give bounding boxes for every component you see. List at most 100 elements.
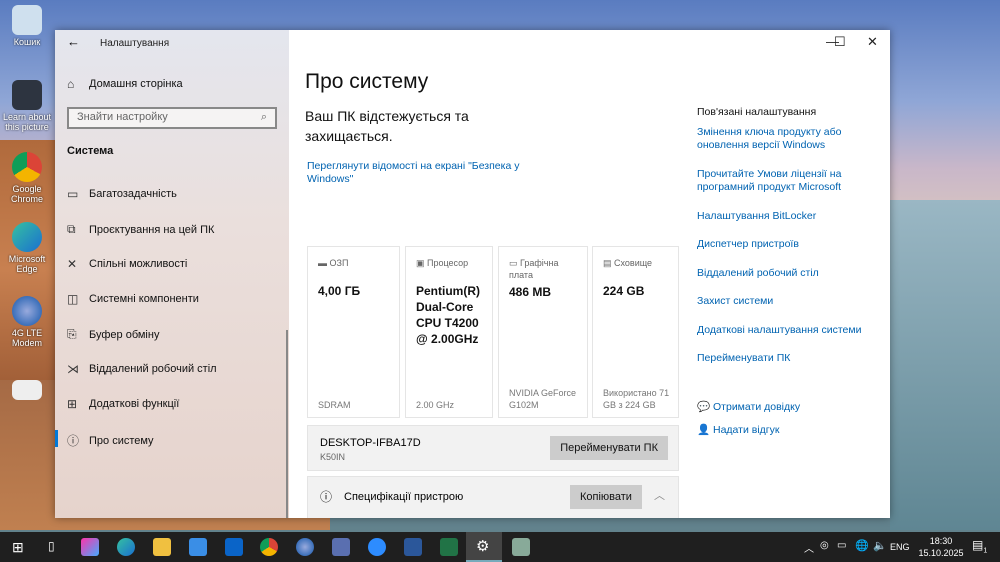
link-remote-desktop[interactable]: Віддалений робочий стіл [697, 267, 877, 280]
edge-icon [12, 222, 42, 252]
sidebar-item-components[interactable]: ◫ Системні компоненти [67, 292, 199, 306]
clipboard-icon: ⎘ [67, 327, 77, 341]
clock[interactable]: 18:30 15.10.2025 [918, 535, 964, 559]
section-heading: Система [67, 145, 114, 157]
desktop-icon-modem[interactable]: 4G LTE Modem [2, 296, 52, 348]
word-icon[interactable] [404, 538, 422, 556]
pc-name: DESKTOP-IFBA17D [320, 437, 421, 449]
pc-model: K50IN [320, 452, 346, 462]
cpu-icon: ▣ [416, 258, 428, 268]
chrome-icon [12, 152, 42, 182]
file-explorer-icon[interactable] [153, 538, 171, 556]
globe-icon [12, 296, 42, 326]
link-bitlocker[interactable]: Налаштування BitLocker [697, 210, 877, 223]
help-icon: 💬 [697, 401, 713, 413]
copilot-icon[interactable] [81, 538, 99, 556]
pc-name-panel: DESKTOP-IFBA17D K50IN Перейменувати ПК [307, 425, 679, 471]
sidebar: ← Налаштування ⌂ Домашня сторінка Знайти … [55, 30, 289, 518]
language-indicator[interactable]: ENG [890, 542, 910, 552]
security-link[interactable]: Переглянути відомості на екрані "Безпека… [307, 160, 527, 186]
outlook-icon[interactable] [225, 538, 243, 556]
optional-features-icon: ⊞ [67, 397, 78, 411]
link-device-manager[interactable]: Диспетчер пристроїв [697, 238, 877, 251]
settings-window: ← Налаштування ⌂ Домашня сторінка Знайти … [55, 30, 890, 518]
get-help-link[interactable]: 💬 Отримати довідку [697, 401, 877, 414]
sidebar-item-about[interactable]: ⓘ Про систему [67, 432, 154, 449]
gear-icon: ⚙ [476, 538, 490, 555]
link-license-terms[interactable]: Прочитайте Умови ліцензії на програмний … [697, 168, 877, 194]
home-icon: ⌂ [67, 77, 75, 91]
app-icon[interactable] [512, 538, 530, 556]
sidebar-item-remote-desktop[interactable]: ⋊ Віддалений робочий стіл [67, 362, 217, 376]
sidebar-scrollbar[interactable] [286, 330, 288, 518]
projecting-icon: ⧉ [67, 222, 76, 236]
settings-taskbar-button[interactable]: ⚙ [466, 532, 502, 562]
sidebar-item-multitasking[interactable]: ▭ Багатозадачність [67, 187, 177, 201]
picture-icon [12, 80, 42, 110]
specs-label: Специфікації пристрою [344, 491, 464, 503]
copy-button[interactable]: Копіювати [570, 485, 642, 509]
info-icon: ⓘ [67, 434, 80, 448]
battery-icon[interactable]: ▭ [837, 540, 846, 551]
page-title: Про систему [305, 70, 429, 93]
sidebar-item-optional-features[interactable]: ⊞ Додаткові функції [67, 397, 179, 411]
recycle-bin-icon [12, 5, 42, 35]
desktop-icon-recycle-bin[interactable]: Кошик [2, 5, 52, 47]
chrome-taskbar-icon[interactable] [260, 538, 278, 556]
ram-icon: ▬ [318, 258, 330, 268]
rename-pc-button[interactable]: Перейменувати ПК [550, 436, 668, 460]
related-settings-title: Пов'язані налаштування [697, 106, 817, 118]
zoom-icon[interactable] [368, 538, 386, 556]
main-content: — ☐ ✕ Про систему Ваш ПК відстежується т… [289, 30, 890, 518]
link-change-product-key[interactable]: Змінення ключа продукту або оновлення ве… [697, 126, 877, 152]
desktop-icon-chrome[interactable]: Google Chrome [2, 152, 52, 204]
desktop-icon-file[interactable] [2, 380, 52, 402]
remote-desktop-icon: ⋊ [67, 362, 79, 376]
feedback-icon: 👤 [697, 424, 713, 436]
storage-card: ▤ Сховище 224 GB Використано 71 GB з 224 G… [592, 246, 679, 418]
gpu-icon: ▭ [509, 258, 521, 268]
link-system-protection[interactable]: Захист системи [697, 295, 877, 308]
sidebar-item-shared[interactable]: ✕ Спільні можливості [67, 257, 187, 271]
search-input[interactable]: Знайти настройку ⌕ [67, 107, 277, 129]
components-icon: ◫ [67, 292, 79, 306]
save-disk-icon[interactable] [332, 538, 350, 556]
feedback-link[interactable]: 👤 Надати відгук [697, 424, 877, 437]
shared-icon: ✕ [67, 257, 78, 271]
link-advanced-settings[interactable]: Додаткові налаштування системи [697, 324, 877, 337]
task-view-icon[interactable]: ▯ [48, 539, 55, 553]
ram-card: ▬ ОЗП 4,00 ГБ SDRAM [307, 246, 400, 418]
network-icon[interactable]: 🌐 [855, 539, 869, 552]
volume-icon[interactable]: 🔈 [873, 539, 887, 552]
app-title: Налаштування [100, 38, 170, 49]
gpu-card: ▭ Графічна плата 486 MB NVIDIA GeForce G10… [498, 246, 588, 418]
maximize-icon[interactable]: ☐ [834, 34, 846, 50]
close-button[interactable]: ✕ [867, 34, 878, 50]
info-icon: ⓘ [320, 490, 333, 504]
device-specs-panel[interactable]: ⓘ Специфікації пристрою Копіювати ︿ [307, 476, 679, 518]
edge-taskbar-icon[interactable] [117, 538, 135, 556]
wallpaper-sea [890, 200, 1000, 530]
file-icon [12, 380, 42, 400]
back-arrow-icon[interactable]: ← [67, 34, 80, 49]
multitasking-icon: ▭ [67, 187, 79, 201]
notifications-icon[interactable]: ▤1 [972, 538, 987, 554]
chevron-up-icon[interactable]: ︿ [804, 540, 814, 555]
sidebar-home[interactable]: ⌂ Домашня сторінка [67, 77, 183, 91]
camera-icon[interactable]: ◎ [820, 540, 829, 551]
store-icon[interactable] [189, 538, 207, 556]
search-icon: ⌕ [260, 111, 267, 123]
start-button[interactable]: ⊞ [12, 539, 24, 556]
taskbar: ⊞ ▯ ⚙ ︿ ◎ ▭ 🌐 🔈 ENG 18:30 15.10.2025 ▤1 [0, 532, 1000, 562]
desktop-icon-learn-picture[interactable]: Learn about this picture [2, 80, 52, 132]
storage-icon: ▤ [603, 258, 615, 268]
modem-taskbar-icon[interactable] [296, 538, 314, 556]
excel-icon[interactable] [440, 538, 458, 556]
desktop-icon-edge[interactable]: Microsoft Edge [2, 222, 52, 274]
link-rename-pc[interactable]: Перейменувати ПК [697, 352, 877, 365]
cpu-card: ▣ Процесор Pentium(R) Dual-Core CPU T4200… [405, 246, 493, 418]
sidebar-item-clipboard[interactable]: ⎘ Буфер обміну [67, 327, 159, 342]
sidebar-item-projecting[interactable]: ⧉ Проєктування на цей ПК [67, 222, 214, 237]
chevron-up-icon[interactable]: ︿ [654, 487, 665, 503]
protection-status: Ваш ПК відстежується та захищається. [305, 108, 469, 144]
